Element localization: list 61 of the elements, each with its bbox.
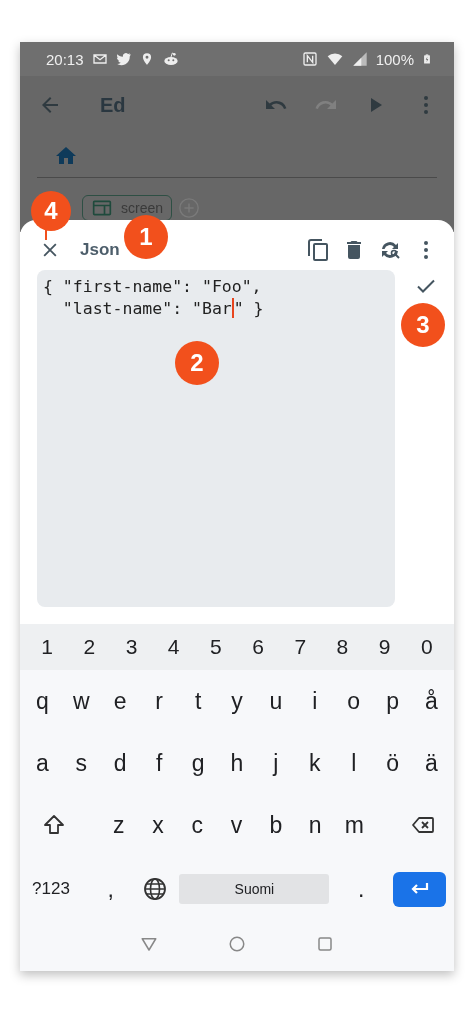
clock-time: 20:13 (46, 50, 84, 68)
app-title: Ed (100, 93, 127, 117)
keyboard-key[interactable]: b (256, 800, 296, 850)
period-key[interactable]: . (342, 864, 381, 914)
keyboard-key[interactable]: 6 (239, 622, 278, 672)
keyboard-key[interactable]: i (295, 676, 334, 726)
keyboard-key[interactable]: v (216, 800, 257, 850)
keyboard-key[interactable]: u (256, 676, 295, 726)
keyboard-key[interactable]: 7 (281, 622, 320, 672)
battery-percent: 100% (375, 50, 414, 68)
keyboard-key[interactable]: p (373, 676, 412, 726)
copy-icon[interactable] (306, 237, 330, 263)
signal-icon (351, 51, 368, 67)
window-layout-icon (91, 198, 113, 218)
keyboard-key[interactable]: g (179, 738, 218, 788)
keyboard-key[interactable]: ä (412, 738, 451, 788)
comma-key[interactable]: , (91, 864, 130, 914)
keyboard-key[interactable]: ö (373, 738, 412, 788)
keyboard-key[interactable]: x (138, 800, 178, 850)
mail-icon (91, 51, 108, 67)
space-bar[interactable]: Suomi (179, 874, 330, 904)
keyboard-key[interactable]: s (62, 738, 101, 788)
keyboard-key[interactable]: f (140, 738, 179, 788)
keyboard-key[interactable]: m (334, 800, 375, 850)
keyboard-key[interactable]: y (218, 676, 256, 726)
keyboard-key[interactable]: 9 (365, 622, 404, 672)
keyboard-key[interactable]: h (218, 738, 256, 788)
keyboard-key[interactable]: c (177, 800, 217, 850)
keyboard-key[interactable]: a (23, 738, 62, 788)
keyboard-key[interactable]: 2 (70, 622, 109, 672)
keyboard-key[interactable]: d (101, 738, 140, 788)
bird-icon (115, 51, 132, 67)
enter-key[interactable] (393, 871, 446, 907)
symbols-key[interactable]: ?123 (23, 867, 79, 911)
keyboard-key[interactable]: n (295, 800, 335, 850)
alien-head-icon (161, 51, 180, 67)
shift-arrow-icon[interactable] (42, 813, 66, 837)
keyboard-key[interactable]: o (334, 676, 373, 726)
sheet-title: Json (80, 240, 121, 260)
keyboard-key[interactable]: j (256, 738, 295, 788)
wifi-icon (325, 51, 344, 67)
keyboard-key[interactable]: e (101, 676, 140, 726)
recents-square-icon[interactable] (316, 934, 334, 953)
home-circle-icon[interactable] (228, 934, 246, 953)
keyboard-key[interactable]: 0 (407, 622, 446, 672)
nfc-icon (301, 51, 318, 67)
keyboard-key[interactable]: 4 (154, 622, 193, 672)
keyboard-key[interactable]: l (334, 738, 373, 788)
keyboard-key[interactable]: k (295, 738, 334, 788)
keyboard-key[interactable]: q (23, 676, 62, 726)
globe-icon[interactable] (142, 877, 167, 901)
keyboard-key[interactable]: t (179, 676, 218, 726)
keyboard-key[interactable]: 3 (112, 622, 151, 672)
keyboard-key[interactable]: 8 (323, 622, 362, 672)
keyboard-key[interactable]: r (140, 676, 179, 726)
keyboard-key[interactable]: w (62, 676, 101, 726)
keyboard-key[interactable]: z (99, 800, 139, 850)
keyboard-key[interactable]: 1 (28, 622, 67, 672)
text-cursor (231, 298, 234, 318)
keyboard-key[interactable]: 5 (196, 622, 235, 672)
keyboard-key[interactable]: å (412, 676, 451, 726)
